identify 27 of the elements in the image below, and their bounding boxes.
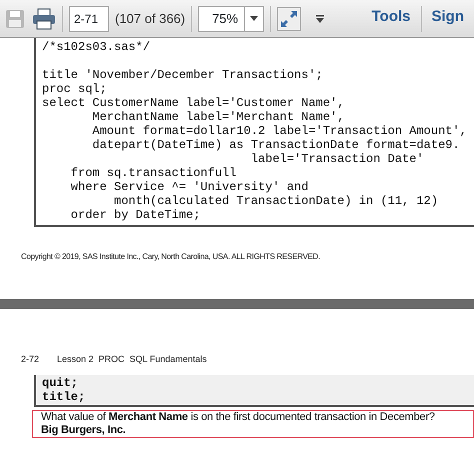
- code-line: where Service ^= 'University' and: [70, 180, 310, 194]
- copyright-notice: Copyright © 2019, SAS Institute Inc., Cary, North Carolina, USA. ALL RIGHTS RESERVED.: [21, 251, 322, 263]
- code-line: select CustomerName label='Customer Name',: [42, 96, 346, 110]
- page-number: 2-72: [21, 353, 40, 366]
- code-line: datepart(DateTime) as TransactionDate format=date9.: [91, 138, 461, 152]
- page-count: (107 of 366): [115, 10, 186, 28]
- caret-icon: [250, 16, 258, 21]
- code-line: from sq.transactionfull: [70, 166, 238, 180]
- code-line: title;: [42, 390, 86, 404]
- code-line: MerchantName label='Merchant Name',: [91, 110, 346, 124]
- code-line: label='Transaction Date': [250, 152, 425, 166]
- toolbar-link[interactable]: Sign: [426, 6, 470, 32]
- answer-text: Big Burgers, Inc.: [41, 424, 127, 436]
- toolbar-link[interactable]: Tools: [366, 6, 416, 32]
- question-text: What value of Merchant Name is on the first documented transaction in December?: [41, 410, 436, 424]
- code-line: month(calculated TransactionDate) in (11, 12): [113, 194, 440, 208]
- expand-icon[interactable]: [277, 6, 302, 30]
- code-line: proc sql;: [42, 82, 108, 96]
- menu-caret-icon[interactable]: [315, 14, 326, 22]
- page-header: Lesson 2 PROC SQL Fundamentals: [57, 353, 207, 366]
- code-line: quit;: [42, 376, 80, 390]
- code-comment: /*s102s03.sas*/: [42, 40, 152, 54]
- code-line: title 'November/December Transactions';: [42, 68, 324, 82]
- print-icon[interactable]: [32, 8, 56, 30]
- code-line: Amount format=dollar10.2 label='Transaction Amount',: [91, 124, 468, 138]
- page-number-field[interactable]: 2-71: [69, 6, 109, 32]
- code-line: order by DateTime;: [70, 208, 202, 222]
